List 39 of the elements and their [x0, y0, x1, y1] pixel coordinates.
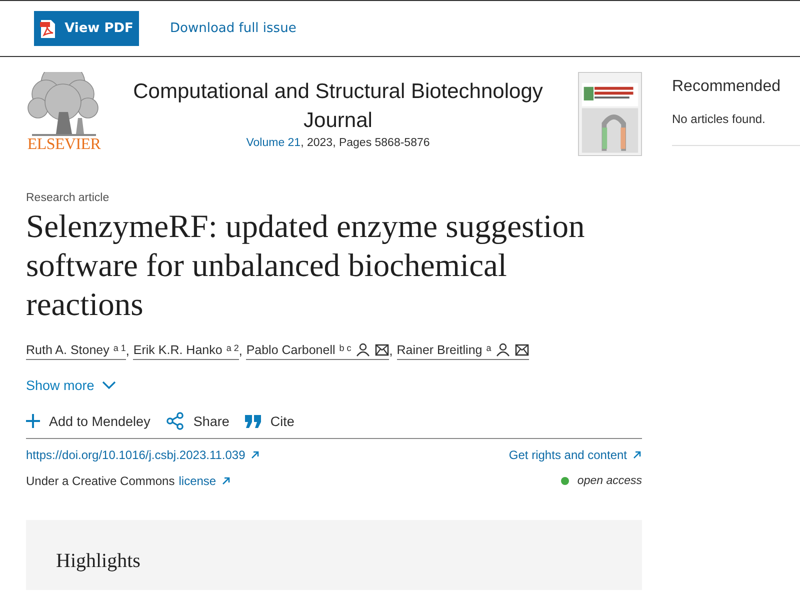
volume-link[interactable]: Volume 21	[246, 137, 301, 149]
view-pdf-button[interactable]: View PDF	[34, 11, 139, 46]
doi-link[interactable]: https://doi.org/10.1016/j.csbj.2023.11.039	[26, 448, 260, 462]
author-link[interactable]: Ruth A. Stoney $^{a 1}$	[26, 343, 126, 360]
external-link-icon	[250, 450, 260, 460]
sidebar-heading: Recommended	[672, 78, 782, 96]
issue-details: , 2023, Pages 5868-5876	[300, 137, 430, 149]
author-link[interactable]: Erik K.R. Hanko $^{a 2}$	[133, 343, 239, 360]
person-icon	[496, 343, 510, 357]
comma: ,	[238, 344, 242, 360]
comma: ,	[389, 344, 393, 360]
author-link[interactable]: Rainer Breitling $^{a}$	[396, 343, 530, 360]
journal-title[interactable]: Computational and Structural Biotechnology Journal	[118, 77, 558, 135]
license-link[interactable]: license	[178, 474, 232, 488]
person-icon	[356, 343, 370, 357]
article-type: Research article	[26, 192, 110, 204]
action-button[interactable]: Share	[166, 412, 230, 430]
author-link[interactable]: Pablo Carbonell $^{b c}$	[246, 343, 390, 360]
envelope-icon	[375, 344, 390, 356]
rights-link[interactable]: Get rights and content	[508, 448, 642, 462]
envelope-icon	[515, 344, 530, 356]
empty-message: No articles found.	[672, 112, 800, 146]
section-heading: Highlights	[56, 550, 142, 573]
publisher-name: ELSEVIER	[27, 136, 101, 154]
chevron-down-icon	[102, 381, 116, 390]
quote-icon	[245, 414, 262, 428]
action-button[interactable]: Cite	[245, 412, 294, 430]
download-link[interactable]: Download full issue	[170, 21, 296, 36]
pdf-file-icon	[40, 18, 56, 38]
license-text: Under a Creative Commons	[26, 474, 175, 488]
article-title: SelenzymeRF: updated enzyme suggestion software for unbalanced biochemical reactions	[26, 208, 586, 325]
comma: ,	[126, 344, 130, 360]
share-icon	[166, 412, 184, 430]
external-link-icon	[632, 450, 642, 460]
external-link-icon	[221, 476, 232, 486]
open-access-label: open access	[577, 475, 642, 487]
plus-icon	[26, 414, 40, 428]
action-button[interactable]: Add to Mendeley	[26, 412, 150, 430]
show-more-link[interactable]: Show more	[26, 378, 116, 393]
